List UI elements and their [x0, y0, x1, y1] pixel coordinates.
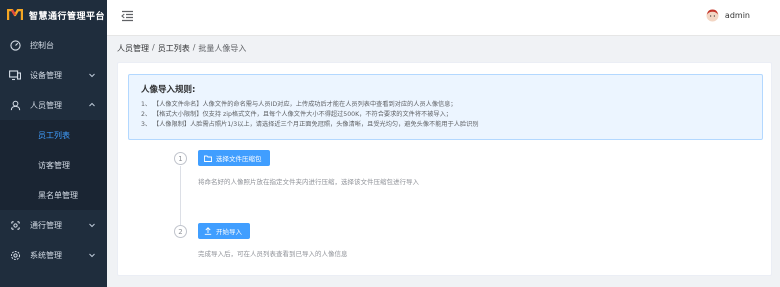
- chevron-down-icon: [89, 253, 95, 258]
- breadcrumb-separator: /: [152, 43, 155, 52]
- submenu-personnel: 员工列表 访客管理 黑名单管理: [0, 120, 107, 210]
- breadcrumb-separator: /: [192, 43, 196, 52]
- sidebar-item-system[interactable]: 系统管理: [0, 240, 107, 270]
- start-import-button[interactable]: 开始导入: [198, 223, 250, 239]
- sidebar-item-personnel[interactable]: 人员管理: [0, 90, 107, 120]
- app-logo[interactable]: 智慧通行管理平台: [0, 0, 107, 30]
- select-file-label: 选择文件压缩包: [216, 155, 262, 163]
- breadcrumb-current: 批量人像导入: [198, 44, 247, 53]
- dashboard-icon: [9, 39, 21, 51]
- username: admin: [724, 11, 750, 20]
- top-header: admin: [107, 0, 780, 36]
- sidebar-item-label: 通行管理: [30, 220, 62, 230]
- import-card: 人像导入规则: 1、 【人像文件命名】人像文件的命名需与人员ID对应，上传成功后才…: [117, 62, 772, 276]
- rule-number: 2、: [141, 111, 152, 118]
- rule-text: 【格式大小限制】仅支持 zip格式文件，且每个人像文件大小不得超过500K，不符…: [153, 111, 452, 118]
- avatar-icon: [706, 9, 719, 22]
- sidebar-item-visitor[interactable]: 访客管理: [0, 150, 107, 180]
- user-menu[interactable]: admin: [706, 9, 750, 22]
- settings-icon: [9, 249, 21, 261]
- rule-line: 2、 【格式大小限制】仅支持 zip格式文件，且每个人像文件大小不得超过500K，…: [141, 110, 752, 120]
- step-connector: [180, 166, 181, 225]
- chevron-down-icon: [89, 73, 95, 78]
- menu-fold-icon[interactable]: [121, 10, 134, 22]
- rule-number: 1、: [141, 101, 152, 108]
- breadcrumb: 人员管理 / 员工列表 / 批量人像导入: [117, 43, 246, 54]
- user-icon: [9, 99, 21, 111]
- sidebar: 智慧通行管理平台 控制台 设备管理 人员管理 员工列表 访客管理 黑名单管理 通…: [0, 0, 107, 287]
- rules-panel: 人像导入规则: 1、 【人像文件命名】人像文件的命名需与人员ID对应，上传成功后才…: [128, 74, 763, 140]
- sidebar-item-label: 系统管理: [30, 250, 62, 260]
- upload-icon: [204, 227, 212, 235]
- m-logo-icon: [7, 9, 23, 20]
- sidebar-item-label: 控制台: [30, 40, 54, 50]
- rule-text: 【人像文件命名】人像文件的命名需与人员ID对应，上传成功后才能在人员列表中查看到…: [153, 101, 457, 108]
- rule-number: 3、: [141, 121, 152, 128]
- rule-text: 【人像限制】人脸需占照片1/3以上，请选择近三个月正面免冠照，头像清晰，且受光均…: [153, 121, 479, 128]
- chevron-down-icon: [89, 223, 95, 228]
- rules-title: 人像导入规则:: [141, 85, 196, 95]
- device-icon: [9, 69, 21, 81]
- sidebar-item-label: 设备管理: [30, 70, 62, 80]
- chevron-up-icon: [89, 102, 95, 107]
- step-number: 1: [174, 152, 187, 165]
- breadcrumb-item[interactable]: 人员管理: [117, 43, 149, 54]
- sidebar-item-dashboard[interactable]: 控制台: [0, 30, 107, 60]
- start-import-label: 开始导入: [216, 228, 242, 236]
- sidebar-item-pass[interactable]: 通行管理: [0, 210, 107, 240]
- step-number: 2: [174, 225, 187, 238]
- sidebar-item-device[interactable]: 设备管理: [0, 60, 107, 90]
- rule-line: 3、 【人像限制】人脸需占照片1/3以上，请选择近三个月正面免冠照，头像清晰，且受…: [141, 120, 752, 130]
- sidebar-item-label: 人员管理: [30, 100, 62, 110]
- app-title: 智慧通行管理平台: [29, 11, 106, 22]
- step-description: 将命名好的人像照片放在指定文件夹内进行压缩，选择该文件压缩包进行导入: [198, 178, 419, 186]
- pass-icon: [9, 219, 21, 231]
- sidebar-item-employee-list[interactable]: 员工列表: [0, 120, 107, 150]
- folder-icon: [204, 155, 212, 162]
- breadcrumb-item[interactable]: 员工列表: [158, 43, 190, 54]
- sidebar-item-blacklist[interactable]: 黑名单管理: [0, 180, 107, 210]
- step-description: 完成导入后，可在人员列表查看到已导入的人像信息: [198, 250, 348, 258]
- rule-line: 1、 【人像文件命名】人像文件的命名需与人员ID对应，上传成功后才能在人员列表中查…: [141, 100, 752, 110]
- select-file-button[interactable]: 选择文件压缩包: [198, 150, 270, 166]
